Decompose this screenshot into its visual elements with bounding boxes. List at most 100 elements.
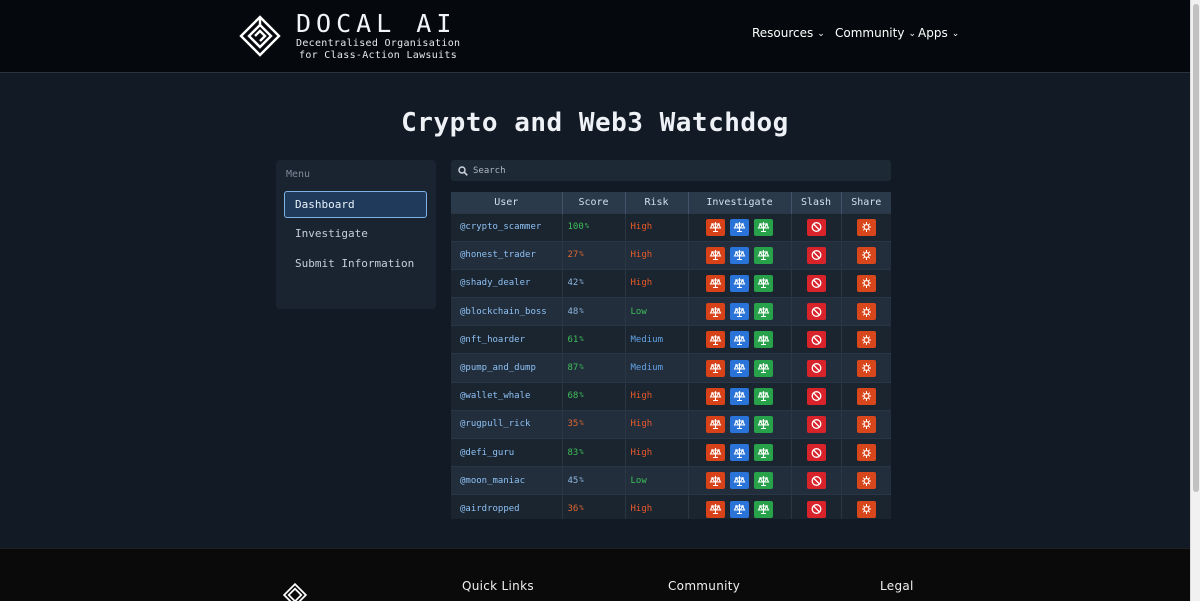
- user-handle[interactable]: @defi_guru: [451, 437, 563, 467]
- investigate-green-button[interactable]: [754, 444, 773, 462]
- column-header-user[interactable]: User: [451, 192, 563, 213]
- scales-icon: [709, 306, 722, 317]
- scrollbar-thumb[interactable]: [1193, 4, 1199, 492]
- investigate-blue-button[interactable]: [730, 415, 749, 433]
- user-handle[interactable]: @shady_dealer: [451, 268, 563, 298]
- share-action: [841, 268, 891, 298]
- investigate-blue-button[interactable]: [730, 274, 749, 292]
- share-button[interactable]: [856, 331, 876, 349]
- sidebar-item-dashboard[interactable]: Dashboard: [284, 191, 427, 218]
- investigate-red-button[interactable]: [706, 444, 725, 462]
- slash-button[interactable]: [806, 303, 826, 321]
- share-button[interactable]: [856, 415, 876, 433]
- slash-button[interactable]: [806, 387, 826, 405]
- nav-apps[interactable]: Apps ⌄: [918, 26, 959, 40]
- brand-block[interactable]: DOCAL AI Decentralised Organisation for …: [296, 10, 460, 62]
- investigate-blue-button[interactable]: [730, 472, 749, 490]
- slash-button[interactable]: [806, 415, 826, 433]
- investigate-red-button[interactable]: [706, 218, 725, 236]
- investigate-green-button[interactable]: [754, 303, 773, 321]
- user-handle[interactable]: @honest_trader: [451, 240, 563, 270]
- investigate-blue-button[interactable]: [730, 246, 749, 264]
- nav-community[interactable]: Community ⌄: [835, 26, 916, 40]
- share-button[interactable]: [856, 274, 876, 292]
- scales-icon: [757, 504, 770, 515]
- share-button[interactable]: [856, 246, 876, 264]
- investigate-green-button[interactable]: [754, 472, 773, 490]
- investigate-green-button[interactable]: [754, 387, 773, 405]
- investigate-blue-button[interactable]: [730, 331, 749, 349]
- investigate-red-button[interactable]: [706, 415, 725, 433]
- slash-button[interactable]: [806, 331, 826, 349]
- share-button[interactable]: [856, 387, 876, 405]
- investigate-blue-button[interactable]: [730, 444, 749, 462]
- slash-button[interactable]: [806, 500, 826, 518]
- investigate-blue-button[interactable]: [730, 387, 749, 405]
- investigate-blue-button[interactable]: [730, 500, 749, 518]
- investigate-red-button[interactable]: [706, 387, 725, 405]
- risk-level: Low: [625, 297, 689, 326]
- table-row: @crypto_scammer 100% High: [451, 212, 891, 242]
- investigate-green-button[interactable]: [754, 218, 773, 236]
- slash-button[interactable]: [806, 472, 826, 490]
- slash-button[interactable]: [806, 218, 826, 236]
- column-header-score[interactable]: Score: [562, 192, 626, 213]
- slash-button[interactable]: [806, 274, 826, 292]
- page-scrollbar[interactable]: [1190, 0, 1200, 601]
- nav-resources[interactable]: Resources ⌄: [752, 26, 825, 40]
- user-handle[interactable]: @pump_and_dump: [451, 353, 563, 383]
- user-handle[interactable]: @nft_hoarder: [451, 325, 563, 354]
- user-handle[interactable]: @airdropped: [451, 494, 563, 519]
- risk-level: High: [625, 268, 689, 298]
- user-handle[interactable]: @moon_maniac: [451, 466, 563, 495]
- user-handle[interactable]: @crypto_scammer: [451, 212, 563, 242]
- investigate-red-button[interactable]: [706, 500, 725, 518]
- column-header-risk[interactable]: Risk: [625, 192, 689, 213]
- sidebar-item-submit-information[interactable]: Submit Information: [284, 250, 427, 277]
- scales-icon: [709, 363, 722, 374]
- investigate-green-button[interactable]: [754, 246, 773, 264]
- investigate-red-button[interactable]: [706, 303, 725, 321]
- investigate-green-button[interactable]: [754, 415, 773, 433]
- share-button[interactable]: [856, 303, 876, 321]
- search-bar[interactable]: [451, 160, 891, 181]
- investigate-red-button[interactable]: [706, 472, 725, 490]
- share-icon: [861, 278, 871, 289]
- user-handle[interactable]: @blockchain_boss: [451, 297, 563, 326]
- investigate-green-button[interactable]: [754, 331, 773, 349]
- investigate-green-button[interactable]: [754, 500, 773, 518]
- user-handle[interactable]: @wallet_whale: [451, 381, 563, 411]
- sidebar-item-investigate[interactable]: Investigate: [284, 220, 427, 247]
- investigate-green-button[interactable]: [754, 359, 773, 377]
- slash-action: [791, 240, 842, 270]
- nav-apps-label: Apps: [918, 26, 948, 40]
- score-value: 42: [567, 278, 579, 289]
- score-value: 87: [567, 363, 579, 374]
- investigate-blue-button[interactable]: [730, 218, 749, 236]
- investigate-green-button[interactable]: [754, 274, 773, 292]
- user-handle[interactable]: @rugpull_rick: [451, 409, 563, 439]
- investigate-blue-button[interactable]: [730, 303, 749, 321]
- slash-button[interactable]: [806, 444, 826, 462]
- share-button[interactable]: [856, 472, 876, 490]
- investigate-blue-button[interactable]: [730, 359, 749, 377]
- search-input[interactable]: [473, 165, 873, 176]
- slash-button[interactable]: [806, 246, 826, 264]
- score-cell: 27%: [562, 240, 626, 270]
- score-unit: %: [579, 363, 584, 372]
- investigate-red-button[interactable]: [706, 359, 725, 377]
- share-button[interactable]: [856, 444, 876, 462]
- share-button[interactable]: [856, 500, 876, 518]
- investigate-red-button[interactable]: [706, 274, 725, 292]
- share-button[interactable]: [856, 218, 876, 236]
- risk-level: High: [625, 494, 689, 519]
- share-button[interactable]: [856, 359, 876, 377]
- slash-button[interactable]: [806, 359, 826, 377]
- footer-logo-icon[interactable]: [283, 583, 307, 601]
- share-action: [841, 381, 891, 411]
- prohibited-icon: [811, 250, 821, 261]
- investigate-actions: [688, 494, 792, 519]
- docal-logo-icon[interactable]: [239, 15, 281, 57]
- investigate-red-button[interactable]: [706, 331, 725, 349]
- investigate-red-button[interactable]: [706, 246, 725, 264]
